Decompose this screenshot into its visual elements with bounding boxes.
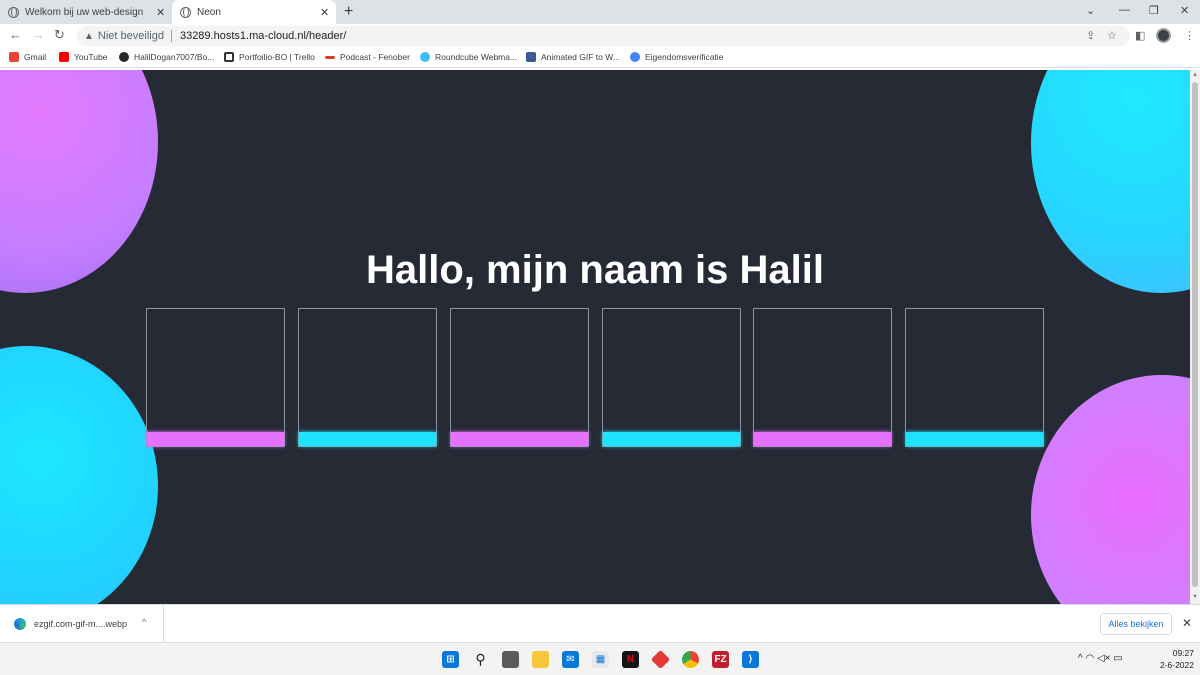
tab-neon[interactable]: Neon ✕ — [172, 0, 336, 24]
bookmark-trello[interactable]: Portfoilio-BO | Trello — [224, 52, 315, 62]
task-view-icon[interactable] — [502, 651, 519, 668]
neon-box-bar — [147, 432, 284, 446]
gmail-icon — [9, 52, 19, 62]
neon-box-bar — [451, 432, 588, 446]
bookmark-label: Animated GIF to W... — [541, 52, 620, 62]
close-tab-icon[interactable]: ✕ — [320, 6, 329, 19]
page-heading: Hallo, mijn naam is Halil — [366, 248, 824, 292]
page-viewport: Hallo, mijn naam is Halil — [0, 70, 1190, 604]
podcast-icon — [325, 55, 335, 59]
bookmark-github[interactable]: HalilDogan7007/Bo... — [119, 52, 214, 62]
security-label[interactable]: Niet beveiligd — [98, 30, 164, 42]
minimize-icon[interactable]: — — [1119, 4, 1130, 16]
bookmark-label: Gmail — [24, 52, 47, 62]
address-bar[interactable]: ▲ Niet beveiligd 33289.hosts1.ma-cloud.n… — [77, 26, 1130, 46]
windows-taskbar: ⊞ ⚲ ✉ ▦ N FZ ⟩ ^ ◠ ◁× ▭ 09:27 2-6-2022 — [0, 642, 1200, 675]
browser-toolbar: ← → ↻ ▲ Niet beveiligd 33289.hosts1.ma-c… — [0, 24, 1200, 48]
divider — [170, 30, 172, 42]
back-icon[interactable]: ← — [9, 27, 22, 42]
bookmark-eigendomsverificatie[interactable]: Eigendomsverificatie — [630, 52, 723, 62]
tab-welkom[interactable]: Welkom bij uw web-design webs ✕ — [8, 0, 168, 24]
clock-time: 09:27 — [1172, 648, 1194, 658]
bookmark-podcast[interactable]: Podcast - Fenober — [325, 52, 410, 62]
side-panel-icon[interactable]: ◧ — [1135, 29, 1145, 42]
mail-icon[interactable]: ✉ — [562, 651, 579, 668]
scroll-thumb[interactable] — [1192, 82, 1198, 587]
tab-title: Welkom bij uw web-design webs — [25, 6, 145, 18]
url-text[interactable]: 33289.hosts1.ma-cloud.nl/header/ — [180, 30, 346, 42]
bookmark-star-icon[interactable]: ☆ — [1107, 29, 1117, 42]
neon-box-bar — [299, 432, 436, 446]
vscode-icon[interactable]: ⟩ — [742, 651, 759, 668]
netflix-icon[interactable]: N — [622, 651, 639, 668]
tab-strip: Welkom bij uw web-design webs ✕ Neon ✕ +… — [0, 0, 1200, 24]
bookmark-label: HalilDogan7007/Bo... — [134, 52, 215, 62]
scroll-down-icon[interactable]: ▼ — [1192, 594, 1198, 600]
neon-box — [450, 308, 589, 447]
forward-icon[interactable]: → — [32, 27, 45, 42]
neon-box — [753, 308, 892, 447]
neon-box — [905, 308, 1044, 447]
share-icon[interactable]: ⇪ — [1086, 29, 1095, 42]
close-window-icon[interactable]: ✕ — [1180, 4, 1189, 17]
page-scrollbar[interactable]: ▲ ▼ — [1190, 70, 1200, 604]
download-bar: ezgif.com-gif-m....webp ^ Alles bekijken… — [0, 604, 1200, 643]
bookmark-ezgif[interactable]: Animated GIF to W... — [526, 52, 620, 62]
decorative-circle-pink — [1031, 375, 1190, 604]
neon-box — [602, 308, 741, 447]
chevron-up-icon[interactable]: ^ — [142, 617, 146, 627]
search-icon[interactable]: ⚲ — [472, 651, 489, 668]
bookmarks-bar: Gmail YouTube HalilDogan7007/Bo... Portf… — [0, 48, 1200, 68]
bookmark-label: Eigendomsverificatie — [645, 52, 724, 62]
close-icon[interactable]: ✕ — [1182, 616, 1192, 630]
bookmark-label: YouTube — [74, 52, 108, 62]
tab-title: Neon — [197, 6, 221, 18]
clock[interactable]: 09:27 2-6-2022 — [1148, 647, 1194, 671]
youtube-icon — [59, 52, 69, 62]
google-search-console-icon — [630, 52, 640, 62]
chrome-icon[interactable] — [682, 651, 699, 668]
bookmark-gmail[interactable]: Gmail — [9, 52, 46, 62]
new-tab-button[interactable]: + — [344, 3, 353, 21]
edge-file-icon — [14, 618, 26, 630]
warning-icon: ▲ — [84, 30, 94, 42]
git-icon[interactable] — [650, 649, 671, 670]
decorative-circle-cyan — [0, 346, 158, 604]
windows-start-icon[interactable]: ⊞ — [442, 651, 459, 668]
roundcube-icon — [420, 52, 430, 62]
neon-box — [146, 308, 285, 447]
scroll-up-icon[interactable]: ▲ — [1192, 72, 1198, 78]
neon-box-bar — [603, 432, 740, 446]
store-icon[interactable]: ▦ — [592, 651, 609, 668]
download-item[interactable]: ezgif.com-gif-m....webp ^ — [0, 605, 164, 643]
bookmark-roundcube[interactable]: Roundcube Webma... — [420, 52, 517, 62]
globe-icon — [8, 6, 19, 18]
neon-box-bar — [906, 432, 1043, 446]
reload-icon[interactable]: ↻ — [54, 27, 65, 43]
file-explorer-icon[interactable] — [532, 651, 549, 668]
clock-date: 2-6-2022 — [1159, 660, 1194, 670]
neon-box — [298, 308, 437, 447]
filezilla-icon[interactable]: FZ — [712, 651, 729, 668]
trello-icon — [224, 52, 234, 62]
close-tab-icon[interactable]: ✕ — [156, 6, 165, 19]
bookmark-label: Roundcube Webma... — [435, 52, 518, 62]
neon-box-bar — [754, 432, 891, 446]
download-filename: ezgif.com-gif-m....webp — [34, 619, 128, 629]
menu-dots-icon[interactable]: ⋮ — [1184, 29, 1195, 42]
tab-search-icon[interactable]: ⌄ — [1086, 4, 1095, 17]
show-all-button[interactable]: Alles bekijken — [1100, 613, 1172, 635]
bookmark-label: Podcast - Fenober — [340, 52, 410, 62]
restore-icon[interactable]: ❐ — [1149, 4, 1159, 17]
bookmark-label: Portfoilio-BO | Trello — [239, 52, 315, 62]
globe-icon — [180, 6, 191, 18]
profile-avatar[interactable] — [1156, 28, 1171, 43]
bookmark-youtube[interactable]: YouTube — [59, 52, 107, 62]
github-icon — [119, 52, 129, 62]
system-tray[interactable]: ^ ◠ ◁× ▭ — [1078, 653, 1123, 664]
ezgif-icon — [526, 52, 536, 62]
